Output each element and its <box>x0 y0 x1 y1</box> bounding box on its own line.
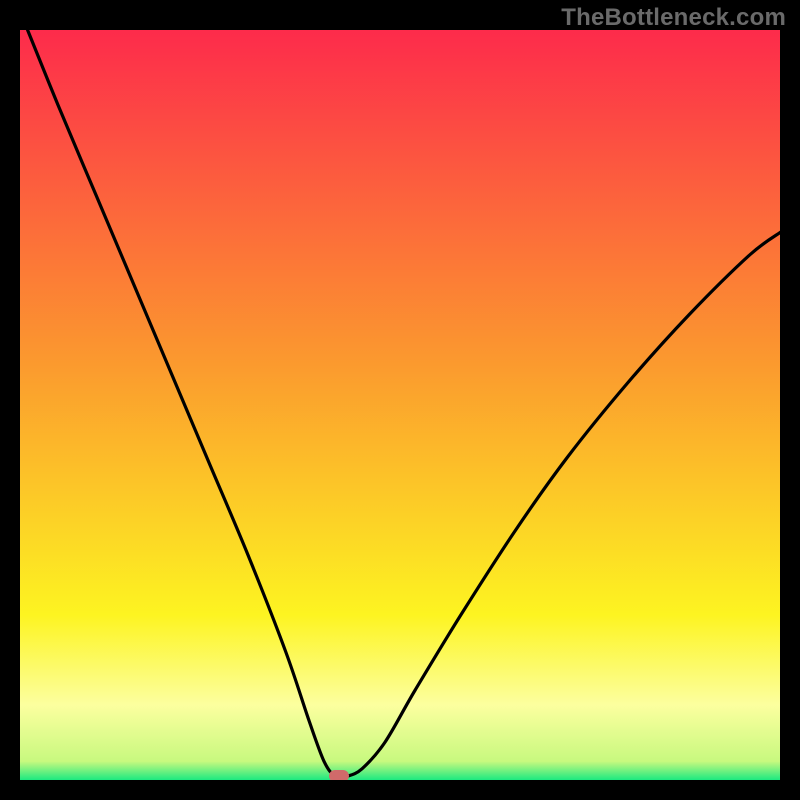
chart-frame: TheBottleneck.com <box>0 0 800 800</box>
watermark-text: TheBottleneck.com <box>561 4 786 32</box>
plot-area <box>20 30 780 780</box>
bottleneck-curve <box>28 30 780 778</box>
minimum-marker <box>329 770 349 780</box>
curve-layer <box>20 30 780 780</box>
